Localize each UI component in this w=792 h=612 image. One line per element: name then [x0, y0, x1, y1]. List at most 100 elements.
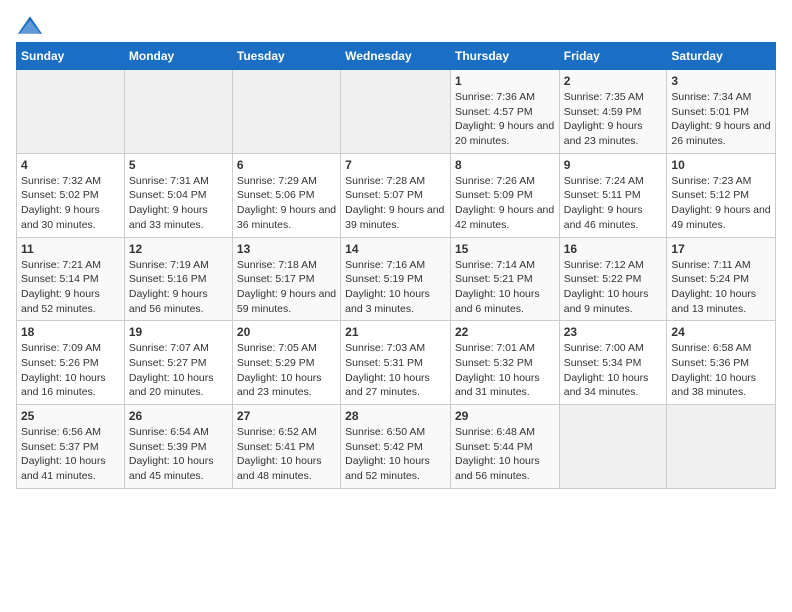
calendar-cell: 24 Sunrise: 6:58 AMSunset: 5:36 PMDayligh…	[667, 321, 776, 405]
logo-icon	[18, 16, 42, 34]
day-number: 14	[345, 242, 446, 256]
day-number: 1	[455, 74, 555, 88]
day-header-sunday: Sunday	[17, 43, 125, 70]
day-info: Sunrise: 7:12 AMSunset: 5:22 PMDaylight:…	[564, 258, 663, 317]
day-info: Sunrise: 7:11 AMSunset: 5:24 PMDaylight:…	[671, 258, 771, 317]
day-info: Sunrise: 7:00 AMSunset: 5:34 PMDaylight:…	[564, 341, 663, 400]
calendar-cell: 26 Sunrise: 6:54 AMSunset: 5:39 PMDayligh…	[124, 405, 232, 489]
day-number: 22	[455, 325, 555, 339]
day-number: 25	[21, 409, 120, 423]
day-number: 15	[455, 242, 555, 256]
day-number: 2	[564, 74, 663, 88]
day-number: 9	[564, 158, 663, 172]
calendar-cell	[341, 70, 451, 154]
day-header-wednesday: Wednesday	[341, 43, 451, 70]
day-info: Sunrise: 7:01 AMSunset: 5:32 PMDaylight:…	[455, 341, 555, 400]
calendar-cell: 3 Sunrise: 7:34 AMSunset: 5:01 PMDaylight…	[667, 70, 776, 154]
calendar-cell: 12 Sunrise: 7:19 AMSunset: 5:16 PMDayligh…	[124, 237, 232, 321]
calendar-cell: 6 Sunrise: 7:29 AMSunset: 5:06 PMDaylight…	[232, 153, 340, 237]
calendar-cell: 10 Sunrise: 7:23 AMSunset: 5:12 PMDayligh…	[667, 153, 776, 237]
day-header-tuesday: Tuesday	[232, 43, 340, 70]
calendar-cell: 13 Sunrise: 7:18 AMSunset: 5:17 PMDayligh…	[232, 237, 340, 321]
day-number: 29	[455, 409, 555, 423]
day-header-monday: Monday	[124, 43, 232, 70]
day-info: Sunrise: 7:14 AMSunset: 5:21 PMDaylight:…	[455, 258, 555, 317]
calendar-cell: 15 Sunrise: 7:14 AMSunset: 5:21 PMDayligh…	[450, 237, 559, 321]
day-header-saturday: Saturday	[667, 43, 776, 70]
day-info: Sunrise: 7:09 AMSunset: 5:26 PMDaylight:…	[21, 341, 120, 400]
day-info: Sunrise: 7:23 AMSunset: 5:12 PMDaylight:…	[671, 174, 771, 233]
day-info: Sunrise: 7:35 AMSunset: 4:59 PMDaylight:…	[564, 90, 663, 149]
calendar-cell	[667, 405, 776, 489]
calendar-cell: 8 Sunrise: 7:26 AMSunset: 5:09 PMDaylight…	[450, 153, 559, 237]
day-number: 19	[129, 325, 228, 339]
calendar-cell: 17 Sunrise: 7:11 AMSunset: 5:24 PMDayligh…	[667, 237, 776, 321]
calendar-cell: 29Sunrise: 6:48 AMSunset: 5:44 PMDayligh…	[450, 405, 559, 489]
day-number: 10	[671, 158, 771, 172]
calendar-cell: 9 Sunrise: 7:24 AMSunset: 5:11 PMDaylight…	[559, 153, 667, 237]
calendar-table: SundayMondayTuesdayWednesdayThursdayFrid…	[16, 42, 776, 489]
day-info: Sunrise: 7:03 AMSunset: 5:31 PMDaylight:…	[345, 341, 446, 400]
day-number: 5	[129, 158, 228, 172]
day-number: 18	[21, 325, 120, 339]
day-number: 24	[671, 325, 771, 339]
day-info: Sunrise: 7:32 AMSunset: 5:02 PMDaylight:…	[21, 174, 120, 233]
day-info: Sunrise: 7:29 AMSunset: 5:06 PMDaylight:…	[237, 174, 336, 233]
calendar-cell	[17, 70, 125, 154]
calendar-cell: 23 Sunrise: 7:00 AMSunset: 5:34 PMDayligh…	[559, 321, 667, 405]
day-header-thursday: Thursday	[450, 43, 559, 70]
page-header	[16, 16, 776, 34]
day-number: 26	[129, 409, 228, 423]
day-info: Sunrise: 7:31 AMSunset: 5:04 PMDaylight:…	[129, 174, 228, 233]
day-info: Sunrise: 7:28 AMSunset: 5:07 PMDaylight:…	[345, 174, 446, 233]
calendar-cell: 4 Sunrise: 7:32 AMSunset: 5:02 PMDaylight…	[17, 153, 125, 237]
day-info: Sunrise: 7:05 AMSunset: 5:29 PMDaylight:…	[237, 341, 336, 400]
calendar-cell: 7 Sunrise: 7:28 AMSunset: 5:07 PMDaylight…	[341, 153, 451, 237]
logo	[16, 16, 44, 34]
calendar-cell: 5 Sunrise: 7:31 AMSunset: 5:04 PMDaylight…	[124, 153, 232, 237]
calendar-cell: 11 Sunrise: 7:21 AMSunset: 5:14 PMDayligh…	[17, 237, 125, 321]
calendar-cell: 18 Sunrise: 7:09 AMSunset: 5:26 PMDayligh…	[17, 321, 125, 405]
calendar-cell: 2 Sunrise: 7:35 AMSunset: 4:59 PMDaylight…	[559, 70, 667, 154]
calendar-cell: 28Sunrise: 6:50 AMSunset: 5:42 PMDayligh…	[341, 405, 451, 489]
day-number: 27	[237, 409, 336, 423]
calendar-cell: 1 Sunrise: 7:36 AMSunset: 4:57 PMDaylight…	[450, 70, 559, 154]
calendar-cell	[232, 70, 340, 154]
day-number: 8	[455, 158, 555, 172]
day-number: 23	[564, 325, 663, 339]
day-info: Sunrise: 7:34 AMSunset: 5:01 PMDaylight:…	[671, 90, 771, 149]
calendar-cell: 20 Sunrise: 7:05 AMSunset: 5:29 PMDayligh…	[232, 321, 340, 405]
day-info: Sunrise: 6:52 AMSunset: 5:41 PMDaylight:…	[237, 425, 336, 484]
calendar-cell: 25 Sunrise: 6:56 AMSunset: 5:37 PMDayligh…	[17, 405, 125, 489]
calendar-cell	[559, 405, 667, 489]
calendar-cell: 22 Sunrise: 7:01 AMSunset: 5:32 PMDayligh…	[450, 321, 559, 405]
day-info: Sunrise: 7:26 AMSunset: 5:09 PMDaylight:…	[455, 174, 555, 233]
day-info: Sunrise: 7:16 AMSunset: 5:19 PMDaylight:…	[345, 258, 446, 317]
day-number: 17	[671, 242, 771, 256]
day-number: 20	[237, 325, 336, 339]
day-info: Sunrise: 7:21 AMSunset: 5:14 PMDaylight:…	[21, 258, 120, 317]
day-info: Sunrise: 7:24 AMSunset: 5:11 PMDaylight:…	[564, 174, 663, 233]
day-number: 11	[21, 242, 120, 256]
day-number: 16	[564, 242, 663, 256]
day-info: Sunrise: 7:19 AMSunset: 5:16 PMDaylight:…	[129, 258, 228, 317]
calendar-cell: 14 Sunrise: 7:16 AMSunset: 5:19 PMDayligh…	[341, 237, 451, 321]
day-number: 4	[21, 158, 120, 172]
day-info: Sunrise: 7:18 AMSunset: 5:17 PMDaylight:…	[237, 258, 336, 317]
day-header-friday: Friday	[559, 43, 667, 70]
day-info: Sunrise: 6:50 AMSunset: 5:42 PMDaylight:…	[345, 425, 446, 484]
day-info: Sunrise: 6:56 AMSunset: 5:37 PMDaylight:…	[21, 425, 120, 484]
day-number: 6	[237, 158, 336, 172]
calendar-cell: 21Sunrise: 7:03 AMSunset: 5:31 PMDayligh…	[341, 321, 451, 405]
day-info: Sunrise: 7:36 AMSunset: 4:57 PMDaylight:…	[455, 90, 555, 149]
day-number: 7	[345, 158, 446, 172]
day-number: 12	[129, 242, 228, 256]
calendar-cell: 19Sunrise: 7:07 AMSunset: 5:27 PMDayligh…	[124, 321, 232, 405]
day-info: Sunrise: 6:58 AMSunset: 5:36 PMDaylight:…	[671, 341, 771, 400]
calendar-cell	[124, 70, 232, 154]
day-info: Sunrise: 6:54 AMSunset: 5:39 PMDaylight:…	[129, 425, 228, 484]
day-number: 13	[237, 242, 336, 256]
day-number: 3	[671, 74, 771, 88]
calendar-cell: 16 Sunrise: 7:12 AMSunset: 5:22 PMDayligh…	[559, 237, 667, 321]
calendar-cell: 27 Sunrise: 6:52 AMSunset: 5:41 PMDayligh…	[232, 405, 340, 489]
